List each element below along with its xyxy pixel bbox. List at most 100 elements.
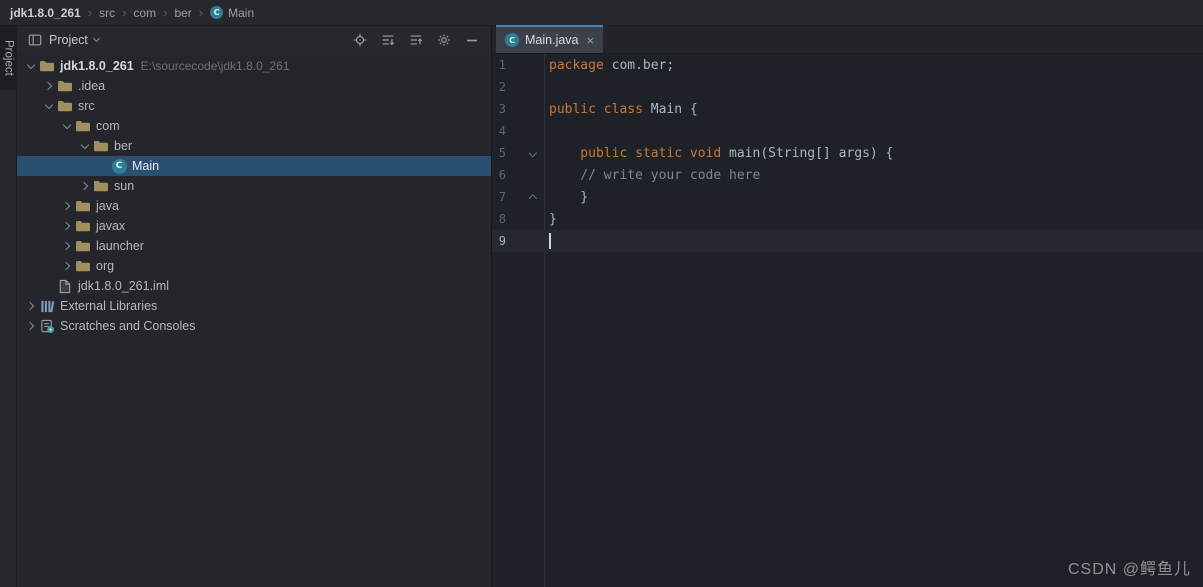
tree-item-project-root[interactable]: jdk1.8.0_261 E:\sourcecode\jdk1.8.0_261	[17, 56, 491, 76]
collapse-all-icon[interactable]	[405, 29, 427, 51]
project-view-icon	[27, 29, 43, 51]
chevron-right-icon[interactable]	[59, 196, 75, 216]
breadcrumb-separator: ›	[122, 5, 127, 20]
tree-item-label: src	[78, 99, 95, 113]
chevron-right-icon[interactable]	[41, 76, 57, 96]
breadcrumb-separator: ›	[87, 5, 93, 20]
breadcrumb-src[interactable]: src	[99, 6, 115, 20]
package-folder-icon	[75, 118, 91, 134]
tree-item-label: java	[96, 199, 119, 213]
editor-line[interactable]: 4	[492, 120, 1203, 142]
project-panel: Project jdk1.8.0_261 E:\sourcecode\jdk1.…	[17, 26, 492, 587]
tree-item-external-libraries[interactable]: External Libraries	[17, 296, 491, 316]
tree-item-ber[interactable]: ber	[17, 136, 491, 156]
ide-window: jdk1.8.0_261 › src › com › ber › C Main …	[0, 0, 1203, 587]
fold-chevron-down-icon[interactable]	[528, 149, 537, 158]
tab-main-java[interactable]: C Main.java ×	[496, 25, 604, 53]
hide-panel-icon[interactable]	[461, 29, 483, 51]
chevron-down-icon[interactable]	[94, 36, 104, 46]
line-number: 3	[498, 102, 506, 116]
fold-chevron-up-icon[interactable]	[528, 193, 537, 202]
code-editor[interactable]: 1 package com.ber; 2 3 public class Main…	[492, 54, 1203, 587]
folder-icon	[57, 78, 73, 94]
line-number: 9	[498, 234, 506, 248]
line-number: 5	[498, 146, 506, 160]
tree-item-label: jdk1.8.0_261	[60, 59, 134, 73]
tree-item-label: External Libraries	[60, 299, 158, 313]
text-caret	[549, 233, 551, 249]
package-folder-icon	[75, 258, 91, 274]
editor-tab-bar: C Main.java ×	[492, 25, 1203, 54]
tree-item-label: launcher	[96, 239, 144, 253]
chevron-right-icon[interactable]	[23, 316, 39, 336]
chevron-down-icon[interactable]	[59, 116, 75, 136]
tree-item-com[interactable]: com	[17, 116, 491, 136]
settings-gear-icon[interactable]	[433, 29, 455, 51]
left-tool-stripe: Project	[0, 26, 17, 587]
tool-window-button-label: Project	[2, 40, 15, 76]
breadcrumb-separator: ›	[198, 5, 204, 20]
tree-item-label: .idea	[78, 79, 106, 93]
tree-item-label: Scratches and Consoles	[60, 319, 196, 333]
breadcrumb-ber[interactable]: ber	[174, 6, 191, 20]
expand-all-icon[interactable]	[377, 29, 399, 51]
package-folder-icon	[75, 198, 91, 214]
chevron-right-icon[interactable]	[59, 256, 75, 276]
project-panel-title[interactable]: Project	[49, 33, 88, 47]
module-file-icon	[57, 278, 73, 294]
tree-item-label: Main	[132, 159, 160, 173]
editor-line[interactable]: 7 }	[492, 186, 1203, 208]
close-icon[interactable]: ×	[587, 34, 595, 47]
tree-item-label: javax	[96, 219, 126, 233]
editor-line-current[interactable]: 9	[492, 230, 1203, 252]
breadcrumb-class[interactable]: Main	[228, 6, 254, 20]
tab-label: Main.java	[525, 33, 579, 47]
chevron-right-icon[interactable]	[59, 236, 75, 256]
chevron-right-icon[interactable]	[59, 216, 75, 236]
editor-line[interactable]: 5 public static void main(String[] args)…	[492, 142, 1203, 164]
project-panel-header: Project	[17, 26, 491, 54]
line-number: 1	[498, 58, 506, 72]
chevron-down-icon[interactable]	[77, 136, 93, 156]
tree-item-org[interactable]: org	[17, 256, 491, 276]
package-folder-icon	[75, 238, 91, 254]
line-number: 8	[498, 212, 506, 226]
chevron-right-icon[interactable]	[77, 176, 93, 196]
tree-item-label: jdk1.8.0_261.iml	[78, 279, 170, 293]
editor-line[interactable]: 3 public class Main {	[492, 98, 1203, 120]
tree-item-javax[interactable]: javax	[17, 216, 491, 236]
breadcrumb-project[interactable]: jdk1.8.0_261	[10, 6, 81, 20]
editor-pane: C Main.java × 1 package com.ber; 2 3 pub…	[492, 25, 1203, 587]
breadcrumb-com[interactable]: com	[133, 6, 156, 20]
line-number: 4	[498, 124, 506, 138]
tree-item-main-class[interactable]: C Main	[17, 156, 491, 176]
tool-window-button-project[interactable]: Project	[0, 26, 17, 90]
tree-item-label: org	[96, 259, 115, 273]
editor-line[interactable]: 8 }	[492, 208, 1203, 230]
tree-item-java[interactable]: java	[17, 196, 491, 216]
tree-item-scratches[interactable]: Scratches and Consoles	[17, 316, 491, 336]
folder-icon	[39, 58, 55, 74]
project-tree: jdk1.8.0_261 E:\sourcecode\jdk1.8.0_261 …	[17, 54, 491, 587]
tree-item-idea[interactable]: .idea	[17, 76, 491, 96]
locate-file-icon[interactable]	[349, 29, 371, 51]
breadcrumb: jdk1.8.0_261 › src › com › ber › C Main	[0, 0, 1203, 26]
tree-item-src[interactable]: src	[17, 96, 491, 116]
tree-item-iml-file[interactable]: jdk1.8.0_261.iml	[17, 276, 491, 296]
tree-item-label: sun	[114, 179, 135, 193]
library-icon	[39, 298, 55, 314]
breadcrumb-separator: ›	[163, 5, 168, 20]
chevron-down-icon[interactable]	[23, 56, 39, 76]
chevron-placeholder	[95, 156, 111, 176]
editor-line[interactable]: 2	[492, 76, 1203, 98]
editor-line[interactable]: 1 package com.ber;	[492, 54, 1203, 76]
class-icon: C	[111, 158, 127, 174]
tree-item-sun[interactable]: sun	[17, 176, 491, 196]
scratches-icon	[39, 318, 55, 334]
line-number: 7	[498, 190, 506, 204]
chevron-right-icon[interactable]	[23, 296, 39, 316]
class-icon: C	[210, 6, 224, 19]
tree-item-launcher[interactable]: launcher	[17, 236, 491, 256]
editor-line[interactable]: 6 // write your code here	[492, 164, 1203, 186]
chevron-down-icon[interactable]	[41, 96, 57, 116]
